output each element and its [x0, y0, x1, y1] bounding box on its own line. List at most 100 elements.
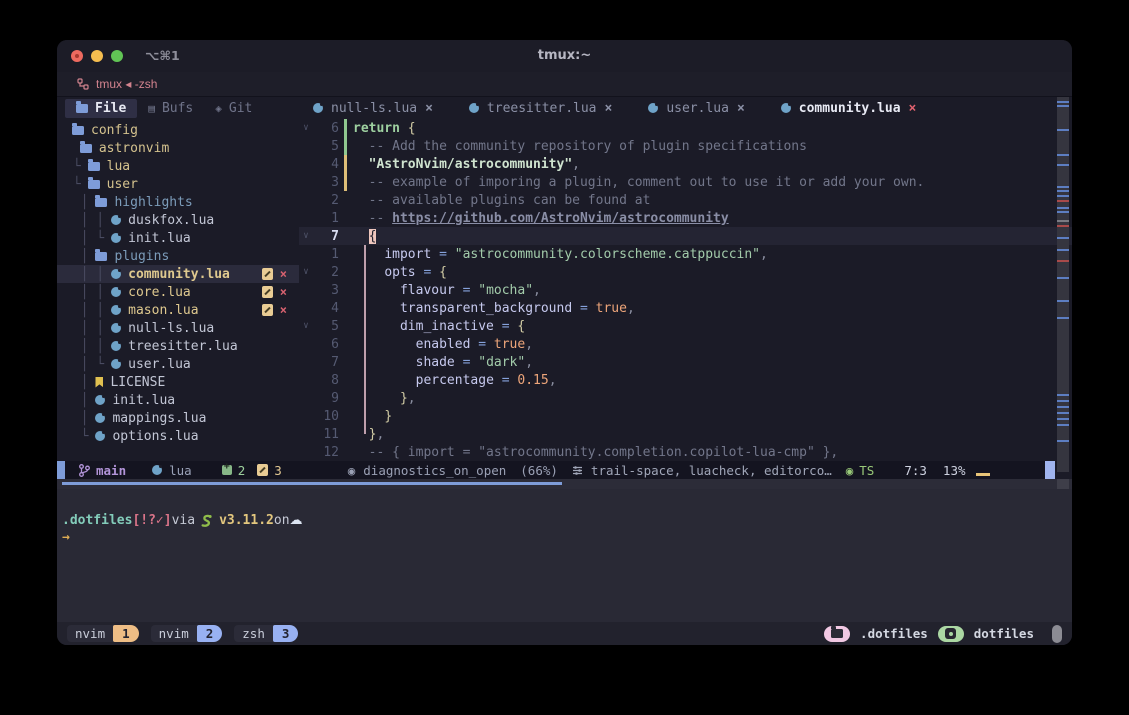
fold-arrow-icon[interactable]: ∨	[299, 267, 313, 277]
buffer-tab-community-lua[interactable]: community.lua×	[781, 101, 917, 116]
git-sign	[344, 299, 347, 317]
minimap-stripe	[1057, 211, 1069, 213]
code-line: 12 -- { import = "astrocommunity.complet…	[299, 443, 1072, 461]
code-text: -- Add the community repository of plugi…	[353, 139, 807, 154]
tmux-window-1[interactable]: nvim1	[67, 625, 139, 642]
tmux-window-name: zsh	[234, 625, 273, 642]
prompt-git-status: [!?✓]	[132, 513, 171, 528]
tree-item-label: lua	[107, 159, 130, 174]
code-text: enabled = true,	[353, 337, 533, 352]
neotree-tab-file[interactable]: File	[65, 99, 137, 118]
tree-item-init-lua[interactable]: │init.lua	[57, 391, 299, 409]
tree-item-label: community.lua	[128, 267, 230, 282]
tree-item-core-lua[interactable]: │ │core.lua×	[57, 283, 299, 301]
tree-item-mappings-lua[interactable]: │mappings.lua	[57, 409, 299, 427]
close-buffer-icon[interactable]: ×	[605, 101, 613, 116]
repo-pill	[938, 626, 964, 642]
tmux-session-icon	[77, 78, 89, 90]
tree-item-treesitter-lua[interactable]: │ │treesitter.lua	[57, 337, 299, 355]
minimap-stripe	[1057, 200, 1069, 202]
close-buffer-icon[interactable]: ×	[425, 101, 433, 116]
close-buffer-icon[interactable]: ×	[909, 101, 917, 116]
minimap-stripe	[1057, 225, 1069, 227]
line-number: 12	[313, 445, 339, 460]
minimap-stripe	[1057, 164, 1069, 166]
folder-icon	[831, 629, 843, 638]
tree-item-user[interactable]: └user	[57, 175, 299, 193]
tree-item-community-lua[interactable]: │ │community.lua×	[57, 265, 299, 283]
divider-right-block	[1057, 479, 1069, 489]
tree-item-null-ls-lua[interactable]: │ │null-ls.lua	[57, 319, 299, 337]
scroll-indicator-pill	[1052, 625, 1062, 643]
tree-item-lua[interactable]: └lua	[57, 157, 299, 175]
tree-guides: │ │	[65, 285, 104, 300]
git-branch[interactable]: main	[79, 463, 126, 478]
tmux-pane-divider[interactable]	[57, 479, 1072, 489]
tmux-window-3[interactable]: zsh3	[234, 625, 298, 642]
code-text: {	[353, 229, 376, 244]
tree-item-label: plugins	[114, 249, 169, 264]
tree-item-user-lua[interactable]: │ └user.lua	[57, 355, 299, 373]
lua-file-icon	[111, 287, 121, 297]
lua-file-icon	[95, 431, 105, 441]
lua-file-icon	[313, 103, 323, 113]
nvim-pane: File▤Bufs◈Git null-ls.lua× treesitter.lua…	[57, 97, 1072, 479]
tree-item-astronvim[interactable]: astronvim	[57, 139, 299, 157]
tmux-window-2[interactable]: nvim2	[151, 625, 223, 642]
tree-guides: │	[65, 411, 88, 426]
filetype: lua	[152, 463, 192, 478]
minimap-stripe	[1057, 412, 1069, 414]
code-text: -- example of imporing a plugin, comment…	[353, 175, 924, 190]
buffer-tab-null-ls-lua[interactable]: null-ls.lua×	[313, 101, 433, 116]
python-snake-icon	[200, 514, 214, 528]
git-sign	[344, 389, 347, 407]
buffer-tab-label: treesitter.lua	[487, 101, 597, 116]
code-line: 1 import = "astrocommunity.colorscheme.c…	[299, 245, 1072, 263]
line-number: 6	[313, 337, 339, 352]
prompt-directory: .dotfiles	[62, 513, 132, 528]
line-number: 3	[313, 283, 339, 298]
buffer-tab-treesitter-lua[interactable]: treesitter.lua ×	[469, 101, 612, 116]
prompt-arrow: →	[62, 530, 1072, 545]
line-number: 1	[313, 247, 339, 262]
shell-pane[interactable]: .dotfiles [!?✓] via v3.11.2 on ☁ →	[57, 489, 1072, 622]
close-buffer-icon[interactable]: ×	[737, 101, 745, 116]
editor[interactable]: ∨6return {5 -- Add the community reposit…	[299, 119, 1072, 461]
scope-guide-line	[364, 245, 366, 434]
tree-item-label: options.lua	[112, 429, 198, 444]
neotree-tab-label: Git	[229, 101, 252, 116]
line-number: 7	[313, 355, 339, 370]
scroll-percent: 13%	[943, 463, 966, 478]
tree-item-duskfox-lua[interactable]: │ │duskfox.lua	[57, 211, 299, 229]
tree-item-config[interactable]: config	[57, 121, 299, 139]
modified-badge-icon	[262, 286, 273, 298]
code-text: transparent_background = true,	[353, 301, 635, 316]
code-line: 3 flavour = "mocha",	[299, 281, 1072, 299]
lua-file-icon	[111, 233, 121, 243]
license-icon	[95, 377, 103, 388]
tree-item-init-lua[interactable]: │ └init.lua	[57, 229, 299, 247]
fold-arrow-icon[interactable]: ∨	[299, 123, 313, 133]
line-number: 9	[313, 391, 339, 406]
tree-item-highlights[interactable]: │highlights	[57, 193, 299, 211]
code-text: shade = "dark",	[353, 355, 533, 370]
treesitter-status: ◉ TS	[846, 463, 875, 478]
buffer-tab-user-lua[interactable]: user.lua×	[648, 101, 744, 116]
scrollbar-minimap[interactable]	[1057, 97, 1069, 472]
terminal-tab-bar[interactable]: tmux ◂ -zsh	[57, 72, 1072, 97]
fold-arrow-icon[interactable]: ∨	[299, 231, 313, 241]
git-sign	[344, 371, 347, 389]
tree-item-label: init.lua	[112, 393, 175, 408]
tree-item-plugins[interactable]: │plugins	[57, 247, 299, 265]
neotree-source-tabs: File▤Bufs◈Git	[57, 97, 299, 119]
tree-guides: │ │	[65, 339, 104, 354]
code-line: 5 -- Add the community repository of plu…	[299, 137, 1072, 155]
tree-item-mason-lua[interactable]: │ │mason.lua×	[57, 301, 299, 319]
diagnostic-x-icon: ×	[280, 285, 287, 299]
tree-item-options-lua[interactable]: └options.lua	[57, 427, 299, 445]
neotree-tab-git[interactable]: ◈Git	[204, 99, 263, 118]
tree-item-LICENSE[interactable]: │LICENSE	[57, 373, 299, 391]
diagnostic-x-icon: ×	[280, 303, 287, 317]
fold-arrow-icon[interactable]: ∨	[299, 321, 313, 331]
neotree-tab-bufs[interactable]: ▤Bufs	[137, 99, 204, 118]
